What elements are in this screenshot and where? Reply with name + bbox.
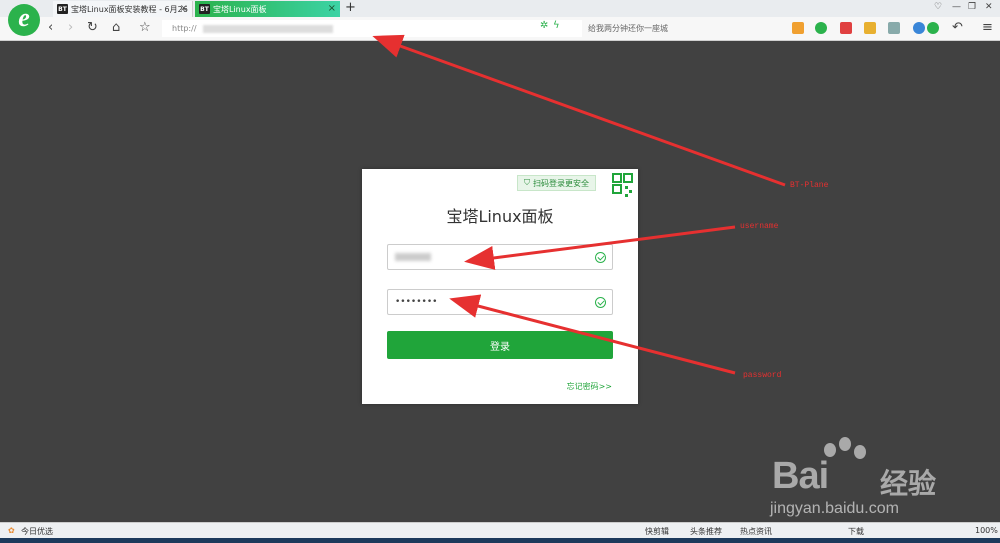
annotation-plane: BT-Plane — [790, 181, 829, 190]
arrow-plane — [372, 34, 786, 187]
status-quick-edit[interactable]: 快剪辑 — [645, 526, 669, 537]
os-taskbar — [0, 538, 1000, 543]
status-headlines[interactable]: 头条推荐 — [690, 526, 722, 537]
browser-logo: e — [8, 3, 40, 36]
arrow-username — [464, 225, 736, 270]
baidu-brand: Bai — [772, 455, 829, 497]
gift-icon: ✿ — [8, 526, 15, 535]
daily-pick[interactable]: 今日优选 — [21, 526, 53, 537]
status-bar: ✿ 今日优选 快剪辑 头条推荐 热点资讯 下载 100% — [0, 522, 1000, 538]
annotation-password: password — [743, 371, 782, 380]
baidu-url: jingyan.baidu.com — [770, 500, 899, 517]
status-zoom[interactable]: 100% — [975, 526, 998, 535]
arrow-password — [449, 294, 736, 375]
annotation-username: username — [740, 222, 779, 231]
status-download[interactable]: 下载 — [848, 526, 864, 537]
status-hot-news[interactable]: 热点资讯 — [740, 526, 772, 537]
baidu-jingyan: 经验 — [880, 467, 937, 500]
